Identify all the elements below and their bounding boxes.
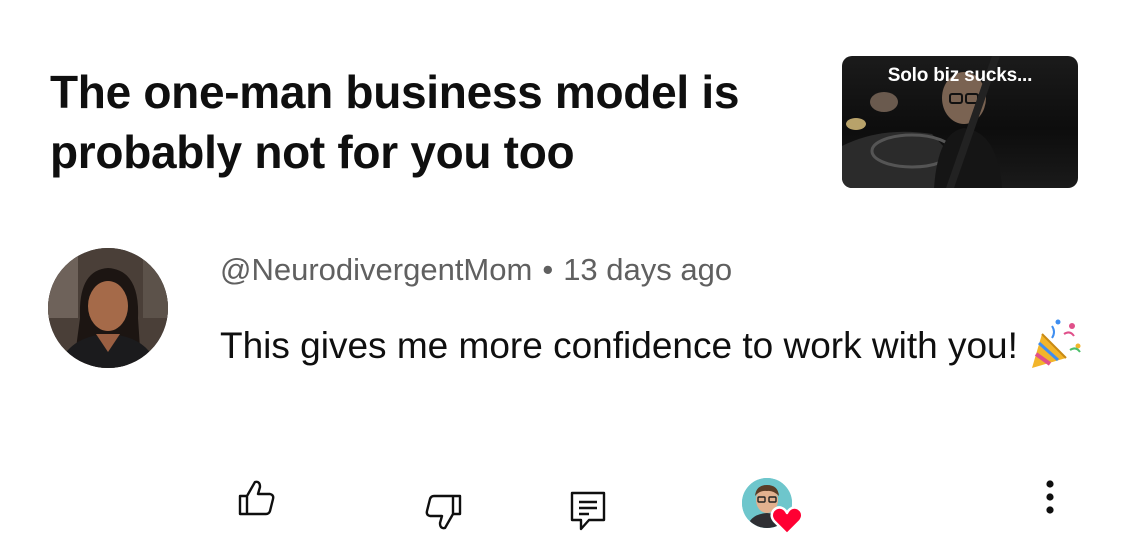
thumbnail-caption: Solo biz sucks... xyxy=(887,65,1033,86)
comment-author[interactable]: @NeurodivergentMom xyxy=(220,252,532,287)
like-icon[interactable] xyxy=(236,478,276,518)
heart-icon xyxy=(770,506,804,536)
avatar-image xyxy=(48,248,168,368)
creator-heart xyxy=(742,478,806,536)
more-vertical-icon[interactable] xyxy=(1038,478,1062,518)
avatar[interactable] xyxy=(48,248,168,368)
dislike-icon[interactable] xyxy=(424,492,464,532)
comment-text: This gives me more confidence to work wi… xyxy=(220,325,1018,366)
meta-separator: • xyxy=(542,252,554,287)
comment-time: 13 days ago xyxy=(563,252,733,287)
comment-meta: @NeurodivergentMom • 13 days ago xyxy=(220,252,732,288)
comment-body: This gives me more confidence to work wi… xyxy=(220,316,1100,376)
reply-icon[interactable] xyxy=(569,490,607,532)
party-popper-icon xyxy=(1031,319,1081,368)
video-title[interactable]: The one-man business model is probably n… xyxy=(50,62,810,182)
video-thumbnail[interactable]: Solo biz sucks... xyxy=(842,56,1078,188)
